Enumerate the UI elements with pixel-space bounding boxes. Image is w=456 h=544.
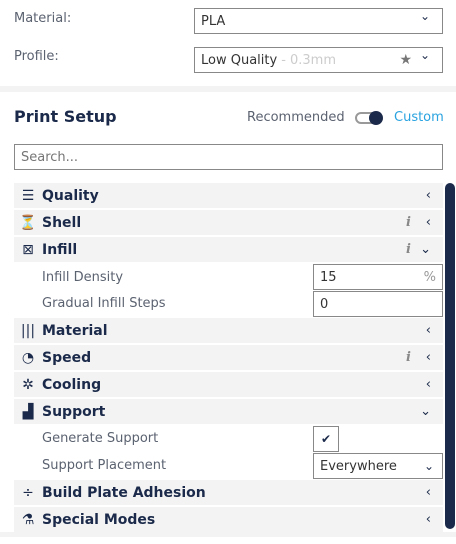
category-special-modes[interactable]: ⚗ Special Modes ‹	[14, 507, 443, 532]
category-cooling[interactable]: ✲ Cooling ‹	[14, 372, 443, 397]
chevron-left-icon[interactable]: ‹	[426, 350, 431, 365]
infill-density-value: 15	[320, 269, 337, 285]
profile-detail: - 0.3mm	[281, 52, 337, 68]
material-label: Material:	[14, 11, 72, 26]
chevron-left-icon[interactable]: ‹	[426, 512, 431, 527]
infill-density-input[interactable]: 15 %	[313, 264, 443, 290]
speed-icon: ◔	[21, 349, 35, 366]
material-select[interactable]: PLA ⌄	[194, 8, 443, 34]
chevron-down-icon: ⌄	[419, 9, 430, 23]
star-icon[interactable]: ★	[399, 52, 412, 68]
material-icon: |||	[20, 322, 36, 339]
chevron-left-icon[interactable]: ‹	[426, 188, 431, 203]
quality-icon: ☰	[21, 187, 35, 204]
chevron-down-icon[interactable]: ⌄	[420, 242, 431, 257]
toggle-knob	[369, 111, 383, 125]
category-quality[interactable]: ☰ Quality ‹	[14, 183, 443, 208]
category-speed[interactable]: ◔ Speed i ‹	[14, 345, 443, 370]
gradual-infill-input[interactable]: 0	[313, 291, 443, 317]
material-value: PLA	[201, 13, 226, 29]
chevron-down-icon: ⌄	[423, 459, 434, 473]
custom-label[interactable]: Custom	[394, 110, 444, 125]
generate-support-checkbox[interactable]: ✔	[313, 426, 339, 452]
profile-value: Low Quality	[201, 52, 278, 68]
support-icon: ▟	[22, 403, 34, 420]
gradual-infill-label: Gradual Infill Steps	[42, 296, 166, 311]
shell-icon: ⏳	[19, 214, 37, 231]
support-placement-select[interactable]: Everywhere ⌄	[313, 453, 443, 479]
divider	[0, 86, 456, 92]
scrollbar[interactable]	[445, 183, 455, 529]
generate-support-label: Generate Support	[42, 431, 159, 446]
chevron-down-icon: ⌄	[419, 48, 430, 62]
category-material[interactable]: ||| Material ‹	[14, 318, 443, 343]
category-label: Speed	[42, 349, 92, 366]
chevron-left-icon[interactable]: ‹	[426, 323, 431, 338]
chevron-left-icon[interactable]: ‹	[426, 215, 431, 230]
gradual-infill-value: 0	[320, 296, 329, 312]
cooling-icon: ✲	[22, 376, 34, 393]
mode-toggle[interactable]	[355, 111, 383, 125]
divider	[0, 532, 456, 537]
build-plate-adhesion-icon: ÷	[22, 484, 34, 501]
category-label: Build Plate Adhesion	[42, 484, 206, 501]
infill-icon: ⊠	[22, 241, 34, 258]
infill-density-label: Infill Density	[42, 270, 124, 285]
profile-select[interactable]: Low Quality - 0.3mm ★ ⌄	[194, 47, 443, 73]
search-input[interactable]	[14, 144, 443, 170]
profile-label: Profile:	[14, 49, 59, 64]
category-label: Cooling	[42, 376, 102, 393]
info-icon[interactable]: i	[406, 242, 411, 257]
chevron-down-icon[interactable]: ⌄	[420, 404, 431, 419]
category-label: Infill	[42, 241, 78, 258]
special-modes-icon: ⚗	[21, 511, 35, 528]
support-placement-label: Support Placement	[42, 458, 167, 473]
recommended-label[interactable]: Recommended	[247, 110, 345, 125]
category-label: Support	[42, 403, 106, 420]
category-label: Special Modes	[42, 511, 156, 528]
chevron-left-icon[interactable]: ‹	[426, 377, 431, 392]
category-shell[interactable]: ⏳ Shell i ‹	[14, 210, 443, 235]
chevron-left-icon[interactable]: ‹	[426, 485, 431, 500]
support-placement-value: Everywhere	[320, 458, 397, 474]
category-build-plate-adhesion[interactable]: ÷ Build Plate Adhesion ‹	[14, 480, 443, 505]
unit-label: %	[423, 269, 436, 285]
category-label: Material	[42, 322, 108, 339]
info-icon[interactable]: i	[406, 215, 411, 230]
category-infill[interactable]: ⊠ Infill i ⌄	[14, 237, 443, 262]
category-label: Quality	[42, 187, 99, 204]
category-support[interactable]: ▟ Support ⌄	[14, 399, 443, 424]
category-label: Shell	[42, 214, 82, 231]
print-setup-title: Print Setup	[14, 107, 117, 126]
info-icon[interactable]: i	[406, 350, 411, 365]
